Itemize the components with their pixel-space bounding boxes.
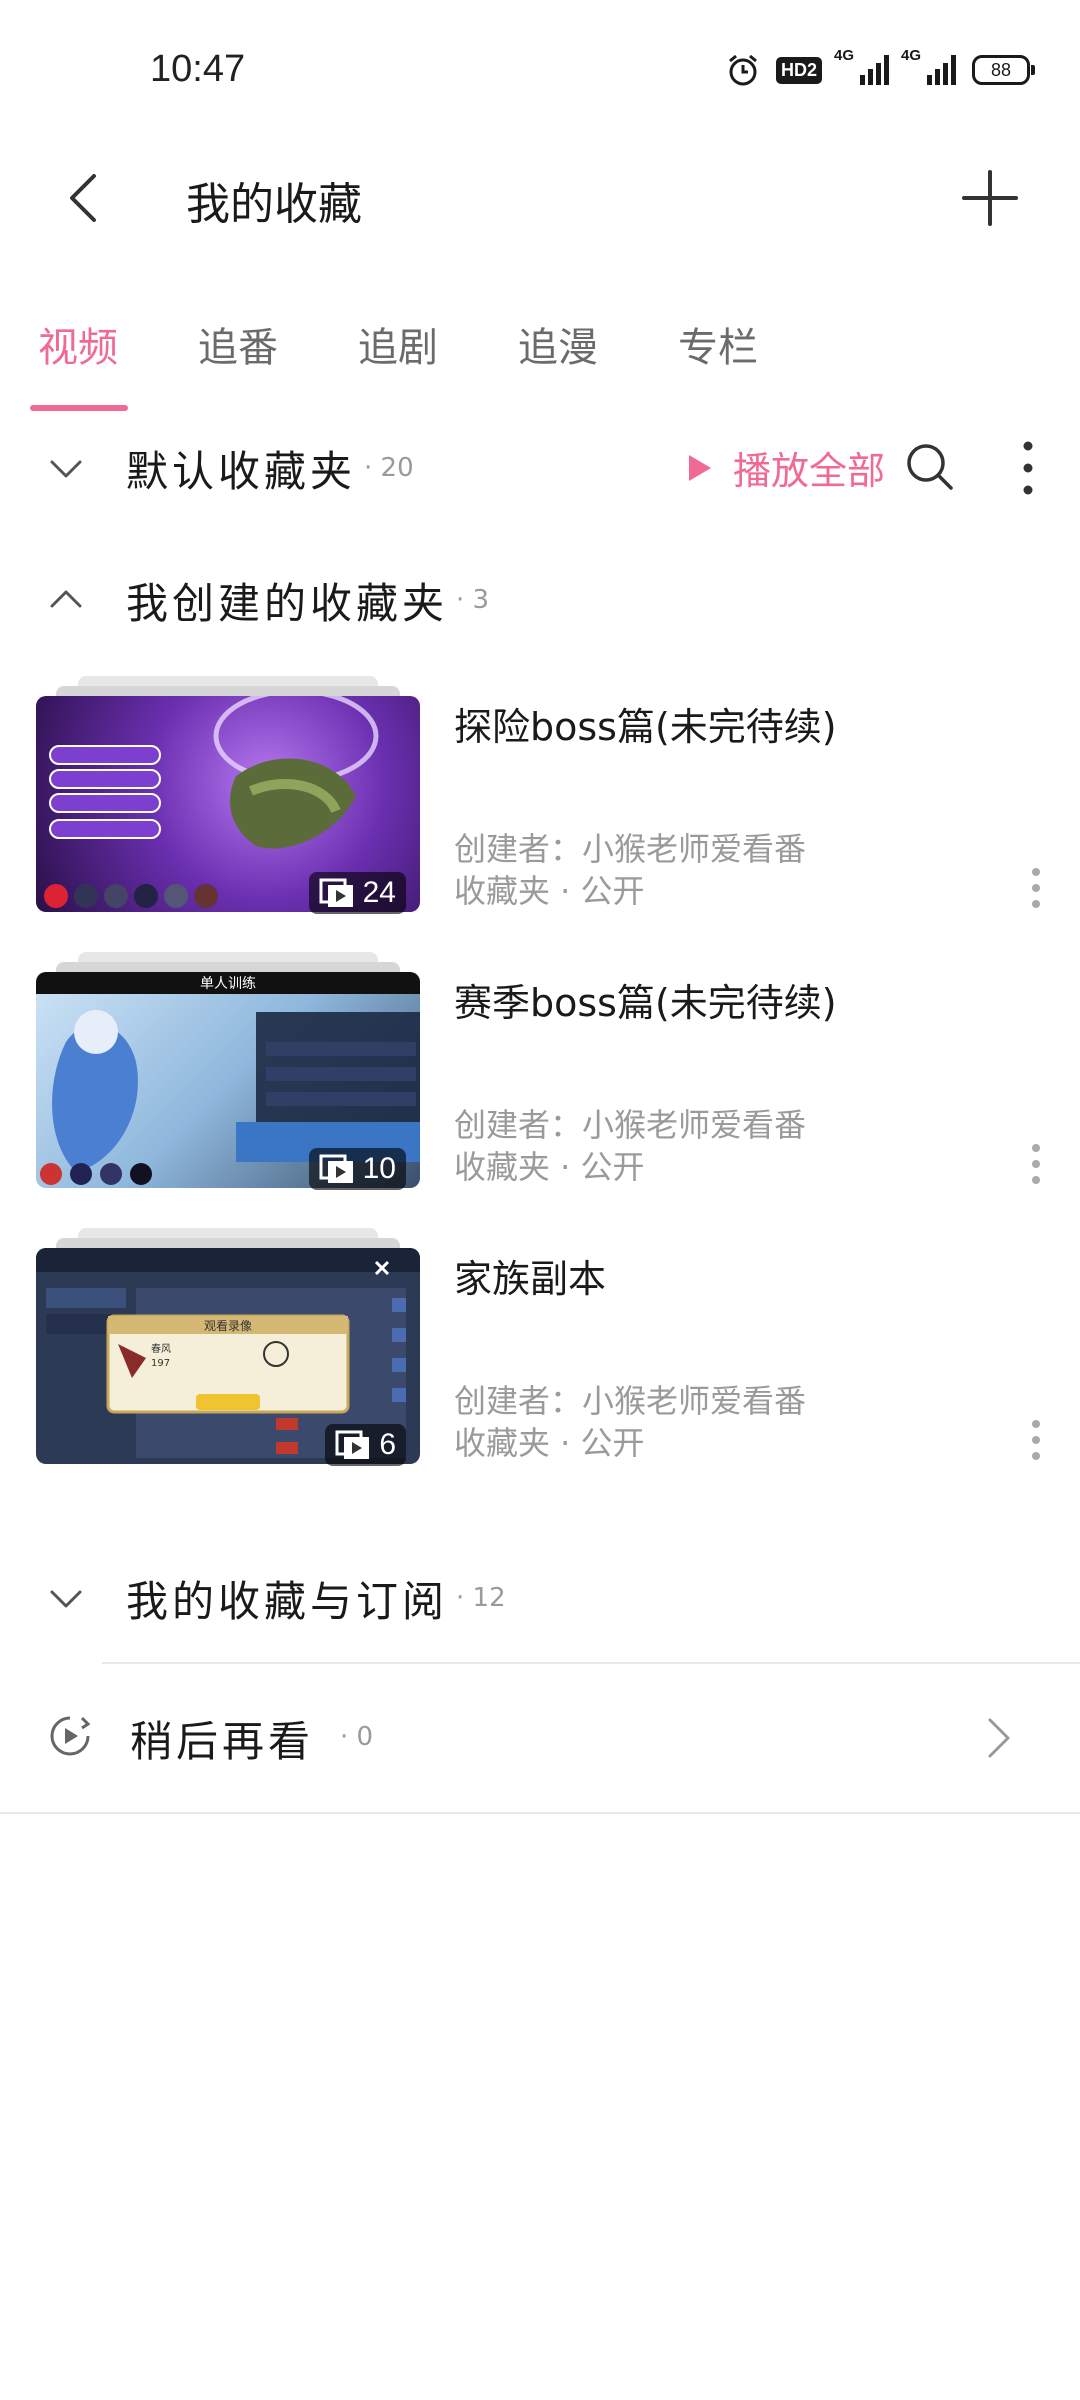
video-count-badge: 24 [308, 872, 406, 914]
tab-video[interactable]: 视频 [30, 315, 198, 411]
tab-anime[interactable]: 追番 [198, 315, 358, 397]
add-icon[interactable] [960, 168, 1020, 228]
thumb-header-text: 单人训练 [200, 976, 256, 992]
video-count-badge: 6 [325, 1424, 406, 1466]
folder-thumbnail: 24 [36, 676, 420, 926]
playlist-icon [319, 1154, 353, 1183]
video-count: 6 [379, 1428, 396, 1461]
folder-title: 赛季boss篇(未完待续) [454, 981, 837, 1025]
folder-item[interactable]: 24 探险boss篇(未完待续) 创建者：小猴老师爱看番 收藏夹 · 公开 [36, 676, 1046, 926]
more-icon[interactable] [1016, 440, 1040, 496]
back-icon[interactable] [60, 168, 110, 228]
tab-comic[interactable]: 追漫 [518, 315, 678, 397]
tab-bar: 视频 追番 追剧 追漫 专栏 [30, 315, 838, 411]
folder-item[interactable]: 观看录像 春风 197 6 家族副本 创建者：小猴老师爱看番 收藏夹 · 公开 [36, 1228, 1046, 1478]
more-icon[interactable] [1026, 1142, 1046, 1186]
battery-icon: 88 [972, 55, 1035, 85]
subscriptions-row[interactable]: 我的收藏与订阅 · 12 [0, 1558, 1080, 1638]
created-group-title: 我创建的收藏夹 [126, 578, 449, 628]
default-folder-title: 默认收藏夹 [126, 446, 357, 496]
status-icons: HD2 4G 4G 88 [726, 47, 1035, 90]
more-icon[interactable] [1026, 866, 1046, 910]
folder-meta: 收藏夹 · 公开 [454, 1424, 645, 1462]
play-all-label: 播放全部 [732, 449, 885, 493]
chevron-up-icon [50, 590, 82, 608]
created-group-count: · 3 [456, 585, 490, 615]
divider [0, 1812, 1080, 1814]
page-title: 我的收藏 [186, 179, 362, 230]
signal-icon-2: 4G [901, 47, 956, 85]
created-group-row[interactable]: 我创建的收藏夹 · 3 [0, 560, 1080, 640]
signal-label: 4G [834, 47, 855, 64]
watch-later-icon [50, 1716, 91, 1756]
chevron-down-icon [50, 460, 82, 478]
playlist-icon [335, 1430, 370, 1459]
more-icon[interactable] [1026, 1418, 1046, 1462]
thumb-name-text: 春风 [151, 1343, 171, 1355]
divider [102, 1662, 1080, 1664]
status-time: 10:47 [150, 48, 246, 90]
folder-title: 家族副本 [454, 1257, 607, 1301]
folder-creator: 创建者：小猴老师爱看番 [454, 1106, 807, 1144]
play-all-button[interactable]: 播放全部 [687, 440, 885, 495]
video-count: 24 [362, 876, 396, 909]
hd-badge: HD2 [775, 56, 822, 84]
subscriptions-count: · 12 [456, 1583, 506, 1613]
folder-thumbnail: 观看录像 春风 197 6 [36, 1228, 420, 1478]
folder-creator: 创建者：小猴老师爱看番 [454, 830, 807, 868]
watch-later-title[interactable]: 稍后再看 [130, 1708, 314, 1769]
watch-later-count: · 0 [340, 1722, 374, 1752]
chevron-right-icon[interactable] [984, 1716, 1014, 1760]
alarm-icon [729, 54, 757, 86]
video-count: 10 [362, 1152, 396, 1185]
folder-item[interactable]: 单人训练 10 赛季boss篇(未完待续) 创建者：小猴老师爱看番 收藏夹 · … [36, 952, 1046, 1202]
default-folder-count: · 20 [364, 453, 414, 483]
thumb-header-text: 观看录像 [204, 1319, 252, 1333]
tab-column[interactable]: 专栏 [678, 315, 838, 397]
video-count-badge: 10 [308, 1148, 406, 1190]
folder-thumbnail: 单人训练 10 [36, 952, 420, 1202]
thumb-num-text: 197 [151, 1358, 170, 1369]
play-icon [688, 454, 711, 481]
search-icon[interactable] [905, 442, 955, 492]
signal-icon: 4G [834, 47, 889, 85]
chevron-down-icon [50, 1590, 82, 1608]
folder-title: 探险boss篇(未完待续) [454, 705, 837, 749]
folder-meta: 收藏夹 · 公开 [454, 1148, 645, 1186]
tab-drama[interactable]: 追剧 [358, 315, 518, 397]
folder-meta: 收藏夹 · 公开 [454, 872, 645, 910]
subscriptions-title: 我的收藏与订阅 [126, 1576, 449, 1626]
signal-label-2: 4G [901, 47, 922, 64]
playlist-icon [319, 878, 353, 907]
folder-creator: 创建者：小猴老师爱看番 [454, 1382, 807, 1420]
